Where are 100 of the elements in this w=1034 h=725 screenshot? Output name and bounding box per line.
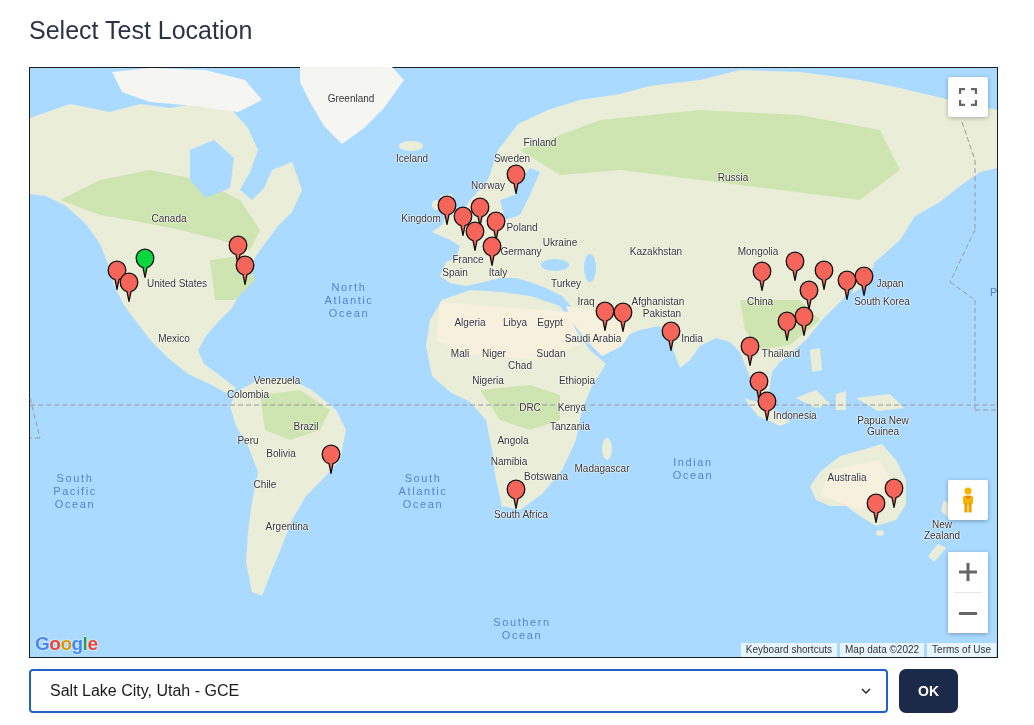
country-label: Sweden xyxy=(493,152,531,164)
plus-icon xyxy=(959,563,977,581)
country-label: Niger xyxy=(482,347,506,359)
country-label: Germany xyxy=(500,245,542,257)
map-pin-icon[interactable] xyxy=(884,478,904,508)
island-shape xyxy=(796,390,830,408)
terms-of-use-link[interactable]: Terms of Use xyxy=(927,643,996,657)
country-label: Turkey xyxy=(550,277,582,289)
country-label: Brazil xyxy=(293,420,319,432)
country-label: Kingdom xyxy=(401,212,441,224)
map-pin-icon[interactable] xyxy=(794,306,814,336)
ok-button[interactable]: OK xyxy=(899,669,958,713)
map-pin-icon[interactable] xyxy=(814,260,834,290)
country-label: Iceland xyxy=(395,152,429,164)
country-label: Kenya xyxy=(557,401,587,413)
map-pin-icon[interactable] xyxy=(752,261,772,291)
country-label: Argentina xyxy=(265,520,309,532)
keyboard-shortcuts-link[interactable]: Keyboard shortcuts xyxy=(740,643,837,657)
map-pin-icon[interactable] xyxy=(482,236,502,266)
country-label: China xyxy=(746,295,774,307)
person-icon xyxy=(961,487,975,513)
zoom-in-button[interactable] xyxy=(948,552,988,592)
country-label: Greenland xyxy=(327,92,375,104)
country-label: Colombia xyxy=(226,388,270,400)
location-select[interactable]: Salt Lake City, Utah - GCE xyxy=(29,669,888,713)
country-label: Peru xyxy=(237,434,259,446)
country-label: Nigeria xyxy=(472,374,504,386)
map-pin-icon[interactable] xyxy=(465,221,485,251)
country-label: Pakistan xyxy=(642,307,682,319)
country-label: Namibia xyxy=(490,455,528,467)
country-label: Afghanistan xyxy=(631,295,685,307)
map-pin-icon[interactable] xyxy=(777,311,797,341)
country-label: South Korea xyxy=(854,295,910,307)
country-label: Italy xyxy=(488,266,508,278)
country-label: South Africa xyxy=(494,508,548,520)
country-label: India xyxy=(681,332,703,344)
map-pin-icon[interactable] xyxy=(107,260,127,290)
country-label: Norway xyxy=(471,179,505,191)
country-label: Algeria xyxy=(454,316,486,328)
map-pin-icon[interactable] xyxy=(837,270,857,300)
sea-shape xyxy=(190,140,234,198)
island-shape xyxy=(856,394,904,411)
country-label: Libya xyxy=(503,316,527,328)
sea-shape xyxy=(541,259,569,271)
page-title: Select Test Location xyxy=(29,15,253,46)
ocean-label: South Pacific Ocean xyxy=(53,471,97,511)
fullscreen-icon xyxy=(959,88,977,106)
map-pin-icon[interactable] xyxy=(119,272,139,302)
map-pin-icon[interactable] xyxy=(740,336,760,366)
country-label: Bolivia xyxy=(266,447,296,459)
minus-icon xyxy=(959,611,977,615)
map-pin-icon[interactable] xyxy=(506,479,526,509)
map-pin-icon[interactable] xyxy=(595,301,615,331)
country-label: Mali xyxy=(450,347,470,359)
country-label: Angola xyxy=(497,434,529,446)
map-pin-icon[interactable] xyxy=(470,197,490,227)
country-label: Japan xyxy=(876,277,904,289)
map-pin-icon[interactable] xyxy=(321,444,341,474)
country-label: DRC xyxy=(519,401,541,413)
country-label: Ukraine xyxy=(542,236,578,248)
map-pin-icon[interactable] xyxy=(506,164,526,194)
country-label: Venezuela xyxy=(253,374,301,386)
map-data-text: Map data ©2022 xyxy=(840,643,925,657)
island-shape xyxy=(810,348,822,372)
map-pin-icon[interactable] xyxy=(135,248,155,278)
country-label: Egypt xyxy=(537,316,563,328)
country-label: New Zealand xyxy=(923,519,961,541)
map-pin-icon[interactable] xyxy=(661,321,681,351)
country-label: France xyxy=(452,253,484,265)
country-label: Australia xyxy=(827,471,867,483)
country-label: Mongolia xyxy=(737,245,779,257)
map-pin-icon[interactable] xyxy=(235,255,255,285)
fullscreen-button[interactable] xyxy=(948,77,988,117)
map-pin-icon[interactable] xyxy=(799,280,819,310)
map-pin-icon[interactable] xyxy=(486,211,506,241)
zoom-out-button[interactable] xyxy=(948,593,988,633)
country-label: Indonesia xyxy=(773,409,817,421)
country-label: Tanzania xyxy=(550,420,590,432)
country-label: Madagascar xyxy=(574,462,630,474)
country-label: Chad xyxy=(508,359,532,371)
country-label: Iraq xyxy=(577,295,595,307)
country-label: Spain xyxy=(442,266,468,278)
map-pin-icon[interactable] xyxy=(866,493,886,523)
map-pin-icon[interactable] xyxy=(613,302,633,332)
ocean-label: Indian Ocean xyxy=(672,456,714,482)
chevron-down-icon xyxy=(861,688,871,694)
country-label: Sudan xyxy=(536,347,566,359)
map-pin-icon[interactable] xyxy=(785,251,805,281)
country-label: Papua New Guinea xyxy=(857,415,909,437)
country-label: Kazakhstan xyxy=(629,245,683,257)
ocean-label: Southern Ocean xyxy=(493,616,551,642)
map-pin-icon[interactable] xyxy=(854,266,874,296)
ocean-label: P xyxy=(990,285,998,299)
ocean-label: South Atlantic Ocean xyxy=(398,471,448,511)
country-label: Botswana xyxy=(524,470,568,482)
island-shape xyxy=(876,530,884,536)
sea-shape xyxy=(584,254,596,282)
country-label: Poland xyxy=(506,221,538,233)
country-label: Mexico xyxy=(158,332,190,344)
map-pin-icon[interactable] xyxy=(453,206,473,236)
